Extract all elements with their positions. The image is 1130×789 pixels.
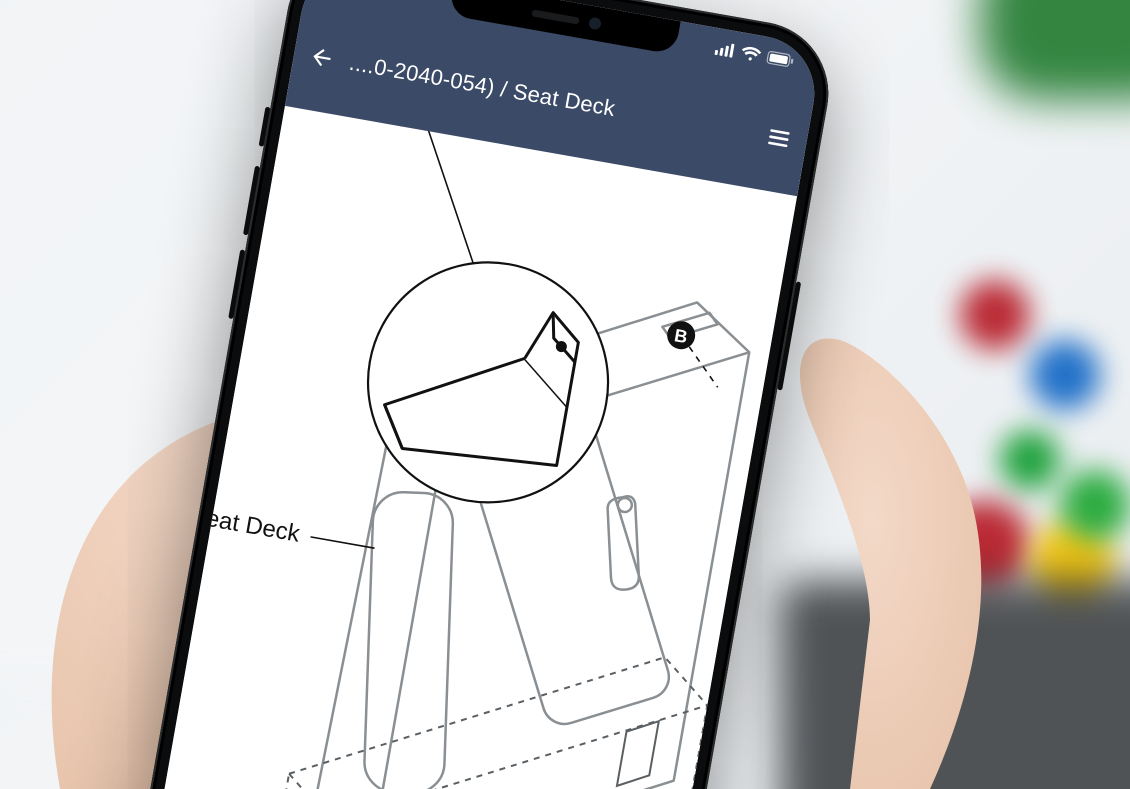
diagram-label-seat-deck: eat Deck <box>204 505 303 548</box>
bg-blob <box>940 500 1030 590</box>
bg-plant <box>980 0 1130 100</box>
cellular-icon <box>714 40 737 63</box>
bg-blob <box>960 280 1030 350</box>
bg-keyboard <box>780 580 1130 789</box>
bg-blob <box>1060 470 1130 540</box>
wifi-icon <box>739 44 762 67</box>
battery-icon <box>765 49 796 74</box>
menu-button[interactable] <box>746 102 812 175</box>
scene-root: 4:20 <box>0 0 1130 789</box>
hamburger-icon <box>764 123 794 153</box>
bg-blob <box>1000 430 1060 490</box>
back-arrow-icon <box>307 43 337 73</box>
back-button[interactable] <box>289 21 355 94</box>
bg-blob <box>1030 340 1100 410</box>
